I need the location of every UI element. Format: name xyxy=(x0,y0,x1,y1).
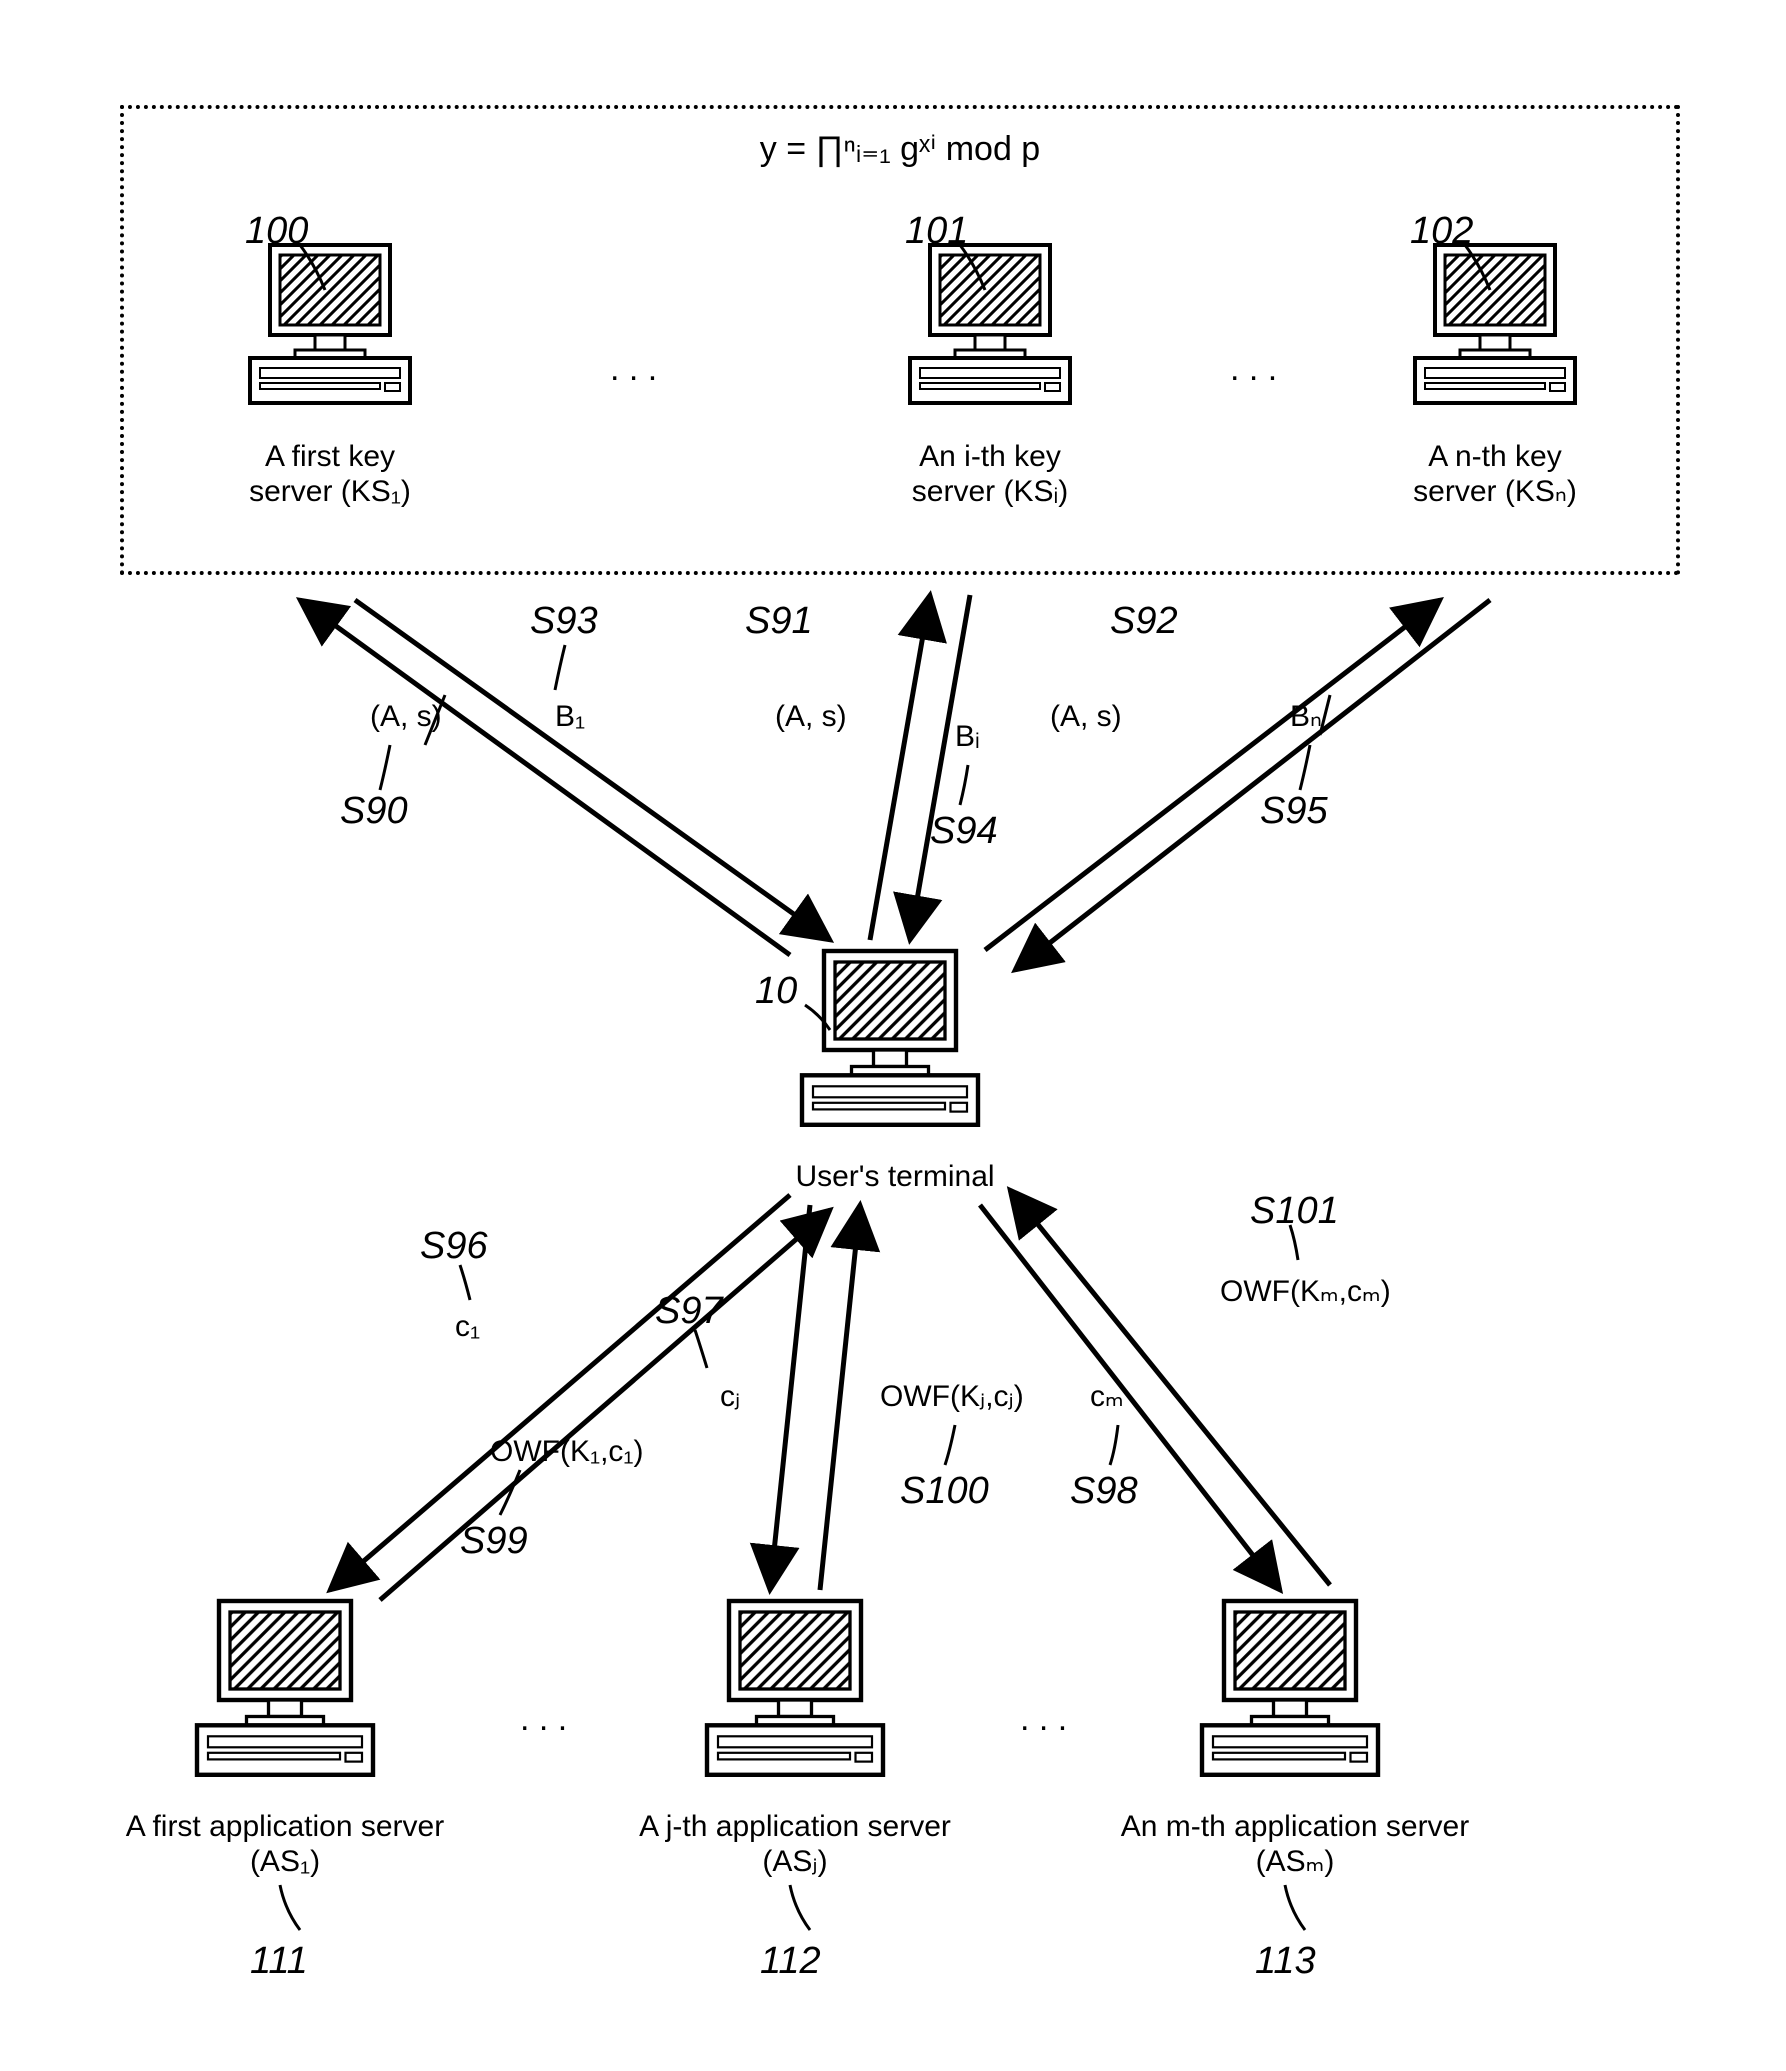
formula-text: y = ∏ⁿᵢ₌₁ gˣⁱ mod p xyxy=(700,130,1100,169)
msg-S99: OWF(K₁,c₁) xyxy=(490,1435,644,1470)
ksn-label: A n-th key server (KSₙ) xyxy=(1395,440,1595,509)
msg-S94: Bᵢ xyxy=(955,720,980,755)
as1-label: A first application server (AS₁) xyxy=(110,1810,460,1879)
as1-ref: 111 xyxy=(250,1940,308,1984)
step-S100: S100 xyxy=(900,1470,989,1514)
step-S96: S96 xyxy=(420,1225,488,1269)
diagram-stage: y = ∏ⁿᵢ₌₁ gˣⁱ mod p 100 A first key serv… xyxy=(0,0,1786,2071)
ellipsis-ks-1: . . . xyxy=(610,350,657,389)
msg-S98: cₘ xyxy=(1090,1380,1124,1415)
msg-S91: (A, s) xyxy=(775,700,847,735)
step-S95: S95 xyxy=(1260,790,1328,834)
msg-S95: Bₙ xyxy=(1290,700,1322,735)
msg-S100: OWF(Kⱼ,cⱼ) xyxy=(880,1380,1024,1415)
asj-label: A j-th application server (ASⱼ) xyxy=(620,1810,970,1879)
ksi-computer-icon xyxy=(890,235,1090,440)
as1-computer-icon xyxy=(175,1590,395,1815)
msg-S90: (A, s) xyxy=(370,700,442,735)
asm-label: An m-th application server (ASₘ) xyxy=(1105,1810,1485,1879)
msg-S101: OWF(Kₘ,cₘ) xyxy=(1220,1275,1391,1310)
step-S98: S98 xyxy=(1070,1470,1138,1514)
ksi-ref: 101 xyxy=(905,210,968,254)
ksn-ref: 102 xyxy=(1410,210,1473,254)
step-S91: S91 xyxy=(745,600,813,644)
step-S94: S94 xyxy=(930,810,998,854)
ellipsis-ks-2: . . . xyxy=(1230,350,1277,389)
msg-S92: (A, s) xyxy=(1050,700,1122,735)
step-S97: S97 xyxy=(655,1290,723,1334)
user-terminal-computer-icon xyxy=(780,940,1000,1165)
msg-S96: c₁ xyxy=(455,1310,480,1345)
ksi-label: An i-th key server (KSᵢ) xyxy=(890,440,1090,509)
asj-ref: 112 xyxy=(760,1940,821,1984)
step-S92: S92 xyxy=(1110,600,1178,644)
ks1-label: A first key server (KS₁) xyxy=(230,440,430,509)
user-terminal-ref: 10 xyxy=(755,970,797,1014)
user-terminal-label: User's terminal xyxy=(785,1160,1005,1195)
msg-S93: B₁ xyxy=(555,700,585,735)
step-S93: S93 xyxy=(530,600,598,644)
ellipsis-as-2: . . . xyxy=(1020,1700,1067,1739)
ks1-computer-icon xyxy=(230,235,430,440)
asm-computer-icon xyxy=(1180,1590,1400,1815)
ksn-computer-icon xyxy=(1395,235,1595,440)
asm-ref: 113 xyxy=(1255,1940,1316,1984)
step-S90: S90 xyxy=(340,790,408,834)
step-S101: S101 xyxy=(1250,1190,1339,1234)
ks1-ref: 100 xyxy=(245,210,308,254)
step-S99: S99 xyxy=(460,1520,528,1564)
ellipsis-as-1: . . . xyxy=(520,1700,567,1739)
msg-S97: cⱼ xyxy=(720,1380,740,1415)
asj-computer-icon xyxy=(685,1590,905,1815)
